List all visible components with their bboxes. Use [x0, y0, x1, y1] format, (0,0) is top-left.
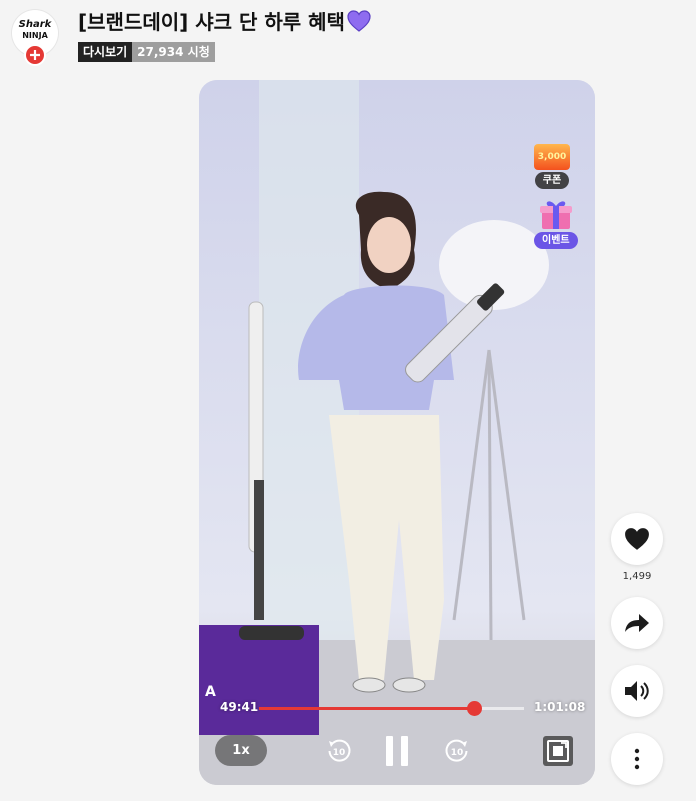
heart-icon [625, 528, 649, 550]
like-button[interactable] [611, 513, 663, 565]
current-time: 49:41 [220, 700, 259, 714]
pip-icon [543, 736, 573, 766]
share-button[interactable] [611, 597, 663, 649]
like-action: 1,499 [611, 513, 663, 582]
purple-heart-icon [347, 9, 371, 32]
coupon-ticket-icon: 3,000 [534, 144, 570, 170]
progress-fill [259, 707, 475, 710]
page-title: [브랜드데이] 샤크 단 하루 혜택 [78, 6, 371, 35]
view-count-badge: 27,934 시청 [132, 42, 215, 62]
event-label: 이벤트 [534, 232, 578, 249]
share-arrow-icon [625, 614, 649, 632]
pause-button[interactable] [384, 734, 410, 768]
more-action [611, 733, 663, 785]
coupon-button[interactable]: 3,000 쿠폰 [534, 144, 570, 189]
forward-seconds: 10 [451, 748, 464, 758]
share-action [611, 597, 663, 649]
replay-badge: 다시보기 [78, 42, 133, 62]
duration: 1:01:08 [534, 700, 586, 714]
forward-10-button[interactable]: 10 [443, 737, 471, 765]
rewind-seconds: 10 [333, 748, 346, 758]
rewind-icon: 10 [328, 739, 351, 762]
pause-icon [386, 736, 408, 766]
brand-box-text: A [205, 684, 216, 700]
coupon-label: 쿠폰 [534, 172, 570, 189]
channel-logo-line2: NINJA [22, 31, 48, 40]
sound-action [611, 665, 663, 717]
channel-logo-line1: Shark [18, 19, 52, 30]
volume-button[interactable] [611, 665, 663, 717]
more-options-button[interactable] [611, 733, 663, 785]
progress-bar[interactable] [259, 701, 524, 716]
gift-box-icon [539, 201, 572, 229]
video-player[interactable]: A 3,000 쿠폰 이벤트 49:41 1:01:08 1x 10 10 [199, 80, 595, 785]
event-button[interactable]: 이벤트 [534, 198, 578, 249]
title-text: [브랜드데이] 샤크 단 하루 혜택 [78, 10, 345, 34]
volume-icon [625, 681, 649, 701]
like-count: 1,499 [622, 571, 652, 582]
picture-in-picture-button[interactable] [542, 735, 574, 767]
more-vertical-icon [634, 748, 640, 770]
playback-speed-button[interactable]: 1x [215, 735, 267, 766]
status-badges: 다시보기 27,934 시청 [78, 42, 215, 62]
forward-icon: 10 [445, 739, 468, 762]
rewind-10-button[interactable]: 10 [325, 737, 353, 765]
coupon-amount: 3,000 [537, 152, 567, 162]
follow-plus-icon[interactable] [24, 44, 46, 66]
